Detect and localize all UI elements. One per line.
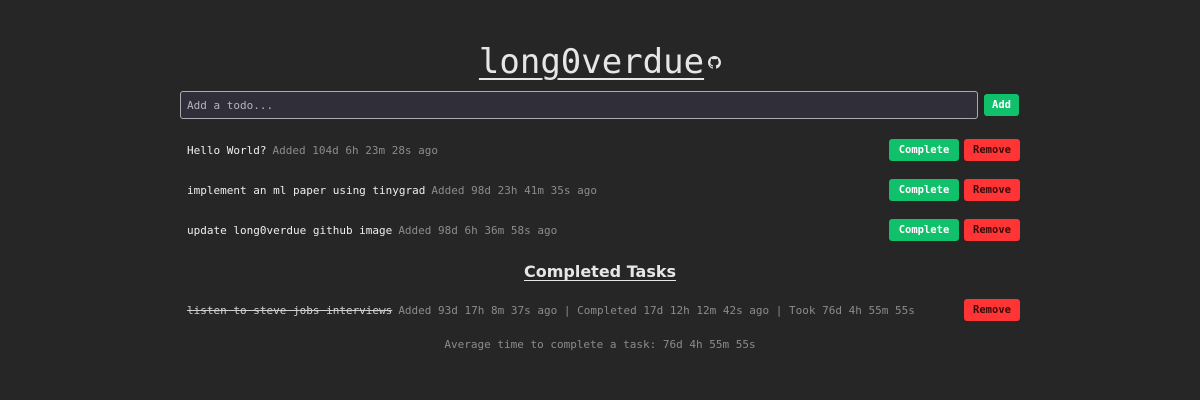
task-actions: Complete Remove <box>889 179 1020 201</box>
remove-button[interactable]: Remove <box>964 299 1020 321</box>
complete-button[interactable]: Complete <box>889 219 959 241</box>
add-button[interactable]: Add <box>984 94 1019 116</box>
average-completion-time: Average time to complete a task: 76d 4h … <box>444 338 756 351</box>
task-actions: Complete Remove <box>889 219 1020 241</box>
todo-input[interactable] <box>180 91 978 119</box>
task-actions: Complete Remove <box>889 139 1020 161</box>
task-name: Hello World? <box>187 143 267 157</box>
completed-task-meta: Added 93d 17h 8m 37s ago | Completed 17d… <box>398 303 915 317</box>
task-name: update long0verdue github image <box>187 223 393 237</box>
task-row: update long0verdue github image Added 98d… <box>180 210 1020 250</box>
task-row: implement an ml paper using tinygrad Adde… <box>180 170 1020 210</box>
app-title[interactable]: long0verdue <box>479 42 704 82</box>
remove-button[interactable]: Remove <box>964 219 1020 241</box>
remove-button[interactable]: Remove <box>964 139 1020 161</box>
header: long0verdue <box>180 42 1020 82</box>
task-name: implement an ml paper using tinygrad <box>187 183 426 197</box>
task-text: update long0verdue github image Added 98d… <box>187 224 557 237</box>
add-todo-row: Add <box>180 90 1020 120</box>
completed-task-text: listen to steve jobs interviews Added 93d… <box>187 304 915 317</box>
task-row: Hello World? Added 104d 6h 23m 28s ago Co… <box>180 130 1020 170</box>
completed-task-name: listen to steve jobs interviews <box>187 303 393 317</box>
complete-button[interactable]: Complete <box>889 139 959 161</box>
remove-button[interactable]: Remove <box>964 179 1020 201</box>
complete-button[interactable]: Complete <box>889 179 959 201</box>
task-text: Hello World? Added 104d 6h 23m 28s ago <box>187 144 438 157</box>
app-container: long0verdue Add Hello World? Added 104d 6… <box>180 0 1020 351</box>
completed-task-actions: Remove <box>964 299 1020 321</box>
task-added-time: Added 104d 6h 23m 28s ago <box>272 143 439 157</box>
task-added-time: Added 98d 23h 41m 35s ago <box>431 183 597 197</box>
task-text: implement an ml paper using tinygrad Adde… <box>187 184 597 197</box>
task-added-time: Added 98d 6h 36m 58s ago <box>398 223 558 237</box>
completed-task-row: listen to steve jobs interviews Added 93d… <box>180 292 1020 328</box>
github-icon[interactable] <box>708 54 722 69</box>
task-list: Hello World? Added 104d 6h 23m 28s ago Co… <box>180 130 1020 250</box>
completed-tasks-heading: Completed Tasks <box>523 262 677 281</box>
